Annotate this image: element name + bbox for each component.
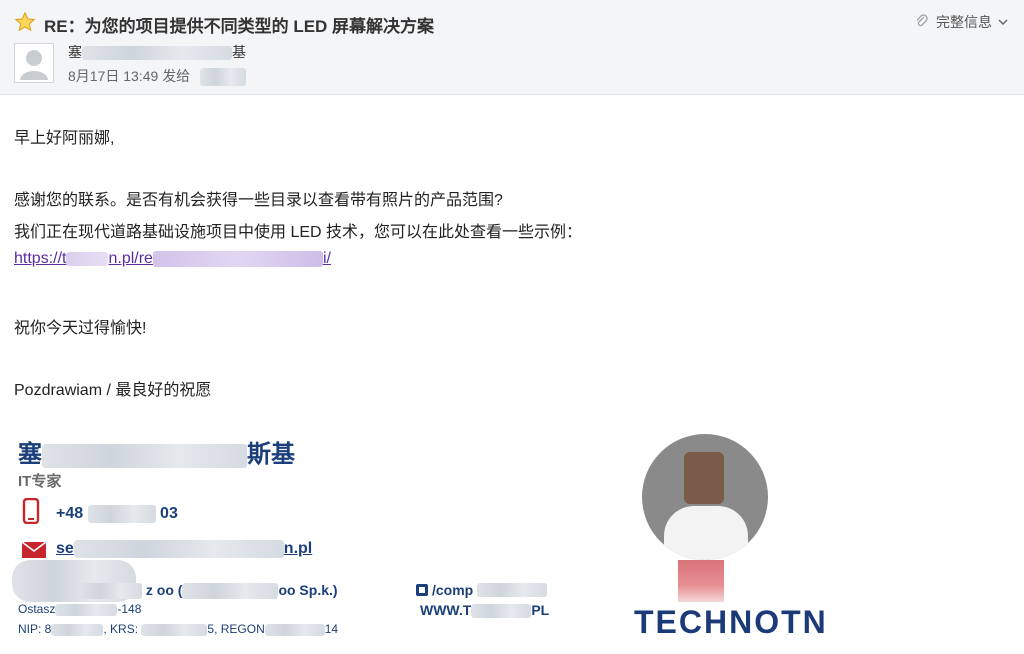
body-paragraph: 感谢您的联系。是否有机会获得一些目录以查看带有照片的产品范围? — [14, 192, 503, 209]
company-profile-link[interactable]: /comp — [416, 582, 548, 598]
chevron-down-icon — [998, 19, 1008, 26]
redacted-block — [51, 623, 104, 636]
signature-phone[interactable]: +48 03 — [56, 505, 178, 523]
logo-text: TECHNOTN — [634, 604, 828, 640]
sender-avatar[interactable] — [14, 43, 54, 83]
sender-name[interactable]: 塞基 — [68, 42, 246, 62]
redacted-block — [152, 250, 323, 267]
redacted-block — [42, 443, 247, 468]
company-website[interactable]: WWW.T PL — [420, 602, 549, 619]
redacted-block — [82, 46, 232, 61]
email-signature: 塞斯基 IT专家 +48 03 se n.pl z oo (oo Sp.k.) O… — [12, 432, 618, 642]
redacted-block — [87, 505, 156, 523]
redacted-block — [471, 604, 532, 619]
wish-line: 祝你今天过得愉快! — [14, 320, 147, 337]
redacted-block — [55, 603, 118, 616]
redacted-block — [200, 68, 247, 87]
redacted-block — [66, 251, 109, 266]
signature-title: IT专家 — [18, 473, 62, 490]
sender-meta: 8月17日 13:49 发给 — [68, 66, 247, 87]
redacted-block — [182, 583, 279, 600]
profile-photo — [642, 434, 768, 560]
signature-name: 塞斯基 — [18, 441, 295, 468]
logo-mark — [678, 560, 724, 602]
star-icon[interactable] — [14, 11, 36, 33]
company-address: Ostasz -148 — [18, 602, 142, 616]
full-info-label: 完整信息 — [936, 14, 992, 30]
redacted-block — [141, 623, 208, 636]
email-datetime: 8月17日 13:49 — [68, 68, 159, 84]
greeting-line: 早上好阿丽娜, — [14, 130, 115, 147]
mail-icon — [22, 542, 46, 558]
redacted-block — [477, 583, 548, 597]
email-header: RE：为您的项目提供不同类型的 LED 屏幕解决方案 完整信息 塞基 8月17日… — [0, 0, 1024, 95]
email-subject: RE：为您的项目提供不同类型的 LED 屏幕解决方案 — [44, 17, 435, 36]
phone-icon — [22, 498, 40, 524]
photo-shirt — [664, 506, 748, 560]
signature-email[interactable]: se n.pl — [56, 540, 312, 558]
linkedin-icon — [416, 584, 428, 596]
company-registration: NIP: 8, KRS: 5, REGON 14 — [18, 622, 339, 636]
photo-head — [684, 452, 724, 504]
company-logo: TECHNOTN — [634, 560, 826, 640]
company-name: z oo (oo Sp.k.) — [80, 582, 338, 600]
redacted-block — [73, 540, 284, 558]
redacted-block — [264, 623, 325, 636]
body-paragraph: 我们正在现代道路基础设施项目中使用 LED 技术，您可以在此处查看一些示例： — [14, 224, 583, 241]
paperclip-icon — [916, 14, 928, 27]
sent-to-label: 发给 — [162, 68, 191, 84]
closing-line: Pozdrawiam / 最良好的祝愿 — [14, 382, 212, 399]
user-icon — [20, 50, 48, 80]
example-link[interactable]: https://t n.pl/re i/ — [14, 250, 331, 268]
redacted-block — [80, 583, 142, 600]
full-info-button[interactable]: 完整信息 — [914, 12, 1008, 32]
